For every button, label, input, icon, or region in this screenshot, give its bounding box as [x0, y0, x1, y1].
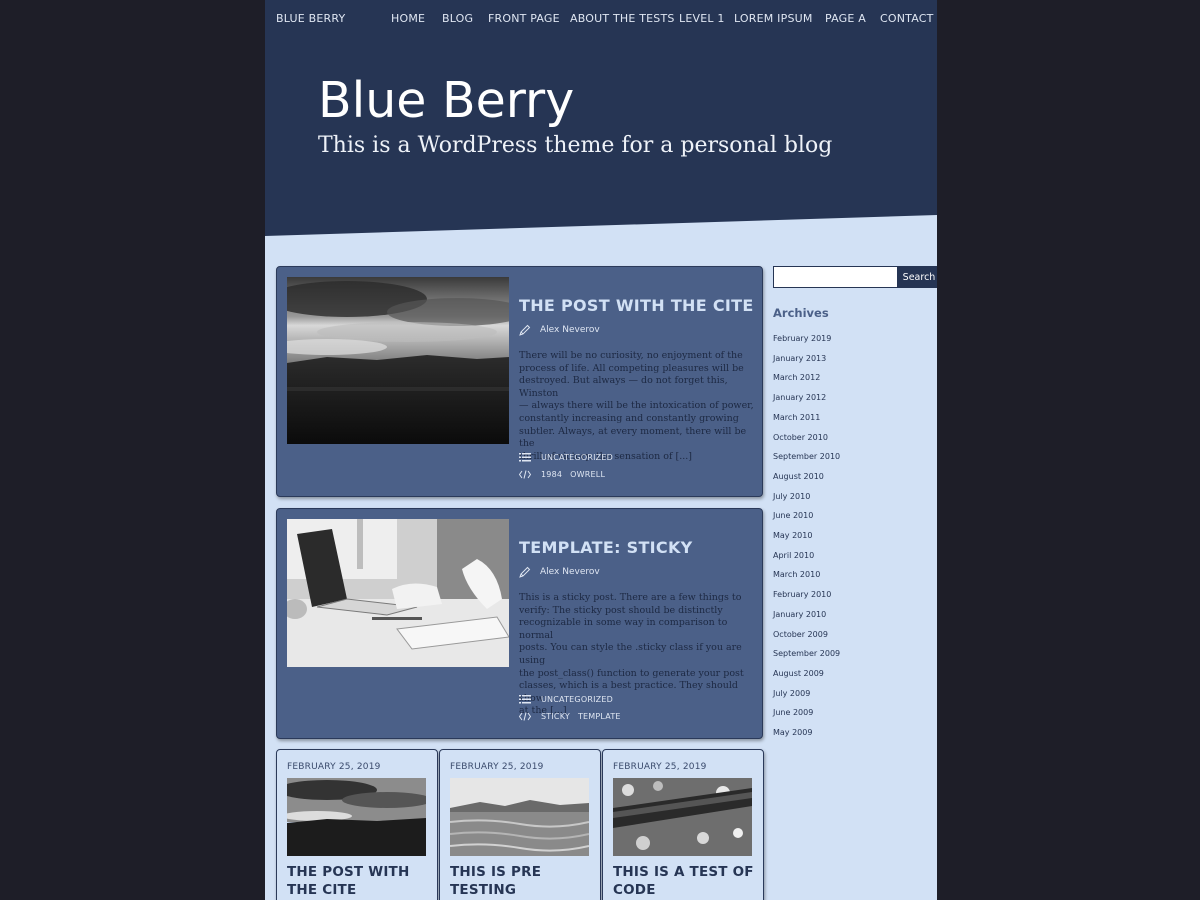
pencil-icon — [519, 324, 531, 336]
post-tags: STICKY TEMPLATE — [519, 712, 621, 721]
archive-link[interactable]: September 2009 — [773, 649, 840, 658]
search-input[interactable] — [773, 266, 898, 288]
archive-link[interactable]: July 2009 — [773, 689, 810, 698]
post-author: Alex Neverov — [519, 324, 600, 336]
post-card-featured: THE POST WITH THE CITE Alex Neverov Ther… — [276, 266, 763, 497]
archive-link[interactable]: September 2010 — [773, 452, 840, 461]
archive-link[interactable]: February 2019 — [773, 334, 831, 343]
nav-front-page[interactable]: FRONT PAGE — [488, 12, 560, 25]
post-title-link[interactable]: TEMPLATE: STICKY — [519, 538, 693, 557]
site-description: This is a WordPress theme for a personal… — [318, 133, 833, 158]
archive-link[interactable]: March 2011 — [773, 413, 820, 422]
nav-home[interactable]: HOME — [391, 12, 425, 25]
pencil-icon — [519, 566, 531, 578]
post-author-name[interactable]: Alex Neverov — [540, 325, 600, 335]
list-icon — [519, 453, 531, 462]
post-categories: UNCATEGORIZED — [519, 453, 613, 462]
nav-lorem-ipsum[interactable]: LOREM IPSUM — [734, 12, 813, 25]
post-author-name[interactable]: Alex Neverov — [540, 567, 600, 577]
nav-contact[interactable]: CONTACT — [880, 12, 934, 25]
post-date: FEBRUARY 25, 2019 — [613, 762, 707, 772]
post-card-small: FEBRUARY 25, 2019 THIS IS A TEST OF CODE — [602, 749, 764, 900]
site-brand-link[interactable]: BLUE BERRY — [276, 12, 345, 25]
post-title-link[interactable]: THIS IS A TEST OF CODE — [613, 863, 758, 899]
archive-link[interactable]: April 2010 — [773, 551, 814, 560]
post-tags: 1984 OWRELL — [519, 470, 605, 479]
code-icon — [519, 712, 531, 721]
post-date: FEBRUARY 25, 2019 — [287, 762, 381, 772]
archive-link[interactable]: October 2009 — [773, 630, 828, 639]
post-thumbnail[interactable] — [287, 277, 509, 444]
tag-link[interactable]: TEMPLATE — [578, 712, 621, 721]
archive-link[interactable]: March 2010 — [773, 570, 820, 579]
post-thumbnail[interactable] — [287, 519, 509, 667]
category-link[interactable]: UNCATEGORIZED — [541, 453, 613, 462]
archive-link[interactable]: July 2010 — [773, 492, 810, 501]
nav-blog[interactable]: BLOG — [442, 12, 473, 25]
site-title: Blue Berry — [318, 72, 575, 129]
tag-link[interactable]: OWRELL — [570, 470, 605, 479]
category-link[interactable]: UNCATEGORIZED — [541, 695, 613, 704]
list-icon — [519, 695, 531, 704]
tag-link[interactable]: STICKY — [541, 712, 570, 721]
archive-link[interactable]: January 2012 — [773, 393, 826, 402]
post-title-link[interactable]: THIS IS PRE TESTING — [450, 863, 595, 899]
nav-about-the-tests[interactable]: ABOUT THE TESTS — [570, 12, 675, 25]
archive-link[interactable]: March 2012 — [773, 373, 820, 382]
nav-level-1[interactable]: LEVEL 1 — [679, 12, 725, 25]
archive-link[interactable]: May 2009 — [773, 728, 812, 737]
archive-link[interactable]: August 2009 — [773, 669, 824, 678]
tag-link[interactable]: 1984 — [541, 470, 562, 479]
archive-link[interactable]: June 2010 — [773, 511, 813, 520]
post-card-small: FEBRUARY 25, 2019 THIS IS PRE TESTING — [439, 749, 601, 900]
archive-link[interactable]: May 2010 — [773, 531, 812, 540]
code-icon — [519, 470, 531, 479]
nav-page-a[interactable]: PAGE A — [825, 12, 866, 25]
archive-link[interactable]: January 2010 — [773, 610, 826, 619]
post-thumbnail[interactable] — [287, 778, 426, 856]
post-excerpt: There will be no curiosity, no enjoyment… — [519, 350, 754, 462]
page: BLUE BERRY HOME BLOG FRONT PAGE ABOUT TH… — [265, 0, 937, 900]
archive-link[interactable]: August 2010 — [773, 472, 824, 481]
post-card-small: FEBRUARY 25, 2019 THE POST WITH THE CITE — [276, 749, 438, 900]
archive-link[interactable]: February 2010 — [773, 590, 831, 599]
post-title-link[interactable]: THE POST WITH THE CITE — [287, 863, 432, 899]
archive-link[interactable]: January 2013 — [773, 354, 826, 363]
search-button[interactable]: Search — [898, 266, 937, 288]
archives-title: Archives — [773, 306, 829, 320]
post-author: Alex Neverov — [519, 566, 600, 578]
post-thumbnail[interactable] — [450, 778, 589, 856]
post-card-sticky: TEMPLATE: STICKY Alex Neverov This is a … — [276, 508, 763, 739]
post-date: FEBRUARY 25, 2019 — [450, 762, 544, 772]
archive-link[interactable]: June 2009 — [773, 708, 813, 717]
post-categories: UNCATEGORIZED — [519, 695, 613, 704]
archive-link[interactable]: October 2010 — [773, 433, 828, 442]
post-title-link[interactable]: THE POST WITH THE CITE — [519, 296, 754, 315]
post-thumbnail[interactable] — [613, 778, 752, 856]
